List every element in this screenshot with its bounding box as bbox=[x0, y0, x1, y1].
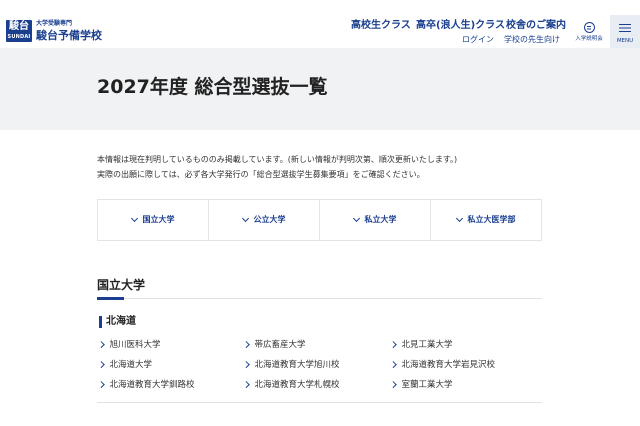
university-name: 北海道教育大学釧路校 bbox=[109, 380, 195, 390]
tab-national[interactable]: 国立大学 bbox=[98, 200, 209, 240]
nav-graduate[interactable]: 高卒(浪人生)クラス bbox=[416, 20, 505, 32]
university-name: 北海道教育大学札幌校 bbox=[254, 380, 340, 390]
university-name: 北見工業大学 bbox=[401, 340, 453, 350]
intro-line-1: 本情報は現在判明しているもののみ掲載しています。(新しい情報が判明次第、順次更新… bbox=[97, 155, 458, 164]
university-name: 北海道大学 bbox=[109, 360, 153, 370]
chevron-down-icon bbox=[352, 214, 360, 223]
logo-name[interactable]: 駿台予備学校 bbox=[36, 29, 102, 42]
menu-button[interactable]: MENU bbox=[610, 15, 640, 48]
university-link[interactable]: 室蘭工業大学 bbox=[390, 380, 453, 391]
tab-public[interactable]: 公立大学 bbox=[209, 200, 320, 240]
university-name: 旭川医科大学 bbox=[109, 340, 161, 350]
sundai-logo-mark[interactable]: 駿台 SUNDAI bbox=[6, 20, 32, 42]
logo-kanji: 駿台 bbox=[9, 21, 29, 32]
tab-private[interactable]: 私立大学 bbox=[320, 200, 431, 240]
hamburger-icon bbox=[619, 24, 631, 26]
chevron-down-icon bbox=[241, 214, 249, 223]
university-link[interactable]: 帯広畜産大学 bbox=[243, 340, 306, 351]
chevron-right-icon bbox=[98, 360, 105, 367]
university-link[interactable]: 北海道教育大学岩見沢校 bbox=[390, 360, 496, 371]
chevron-right-icon bbox=[390, 360, 397, 367]
university-link[interactable]: 北海道教育大学釧路校 bbox=[98, 380, 195, 391]
tab-private-medical[interactable]: 私立大医学部 bbox=[431, 200, 541, 240]
chat-icon bbox=[584, 22, 595, 33]
logo-subtitle: 大学受験専門 bbox=[36, 20, 73, 27]
chevron-right-icon bbox=[390, 380, 397, 387]
chevron-right-icon bbox=[243, 380, 250, 387]
university-name: 室蘭工業大学 bbox=[401, 380, 453, 390]
chevron-right-icon bbox=[243, 360, 250, 367]
list-divider bbox=[97, 402, 542, 403]
intro-line-2: 実際の出願に際しては、必ず各大学発行の「総合型選抜学生募集要項」をご確認ください… bbox=[97, 170, 425, 179]
university-link[interactable]: 北海道教育大学札幌校 bbox=[243, 380, 340, 391]
logo-en: SUNDAI bbox=[7, 34, 31, 40]
chevron-right-icon bbox=[98, 340, 105, 347]
chevron-down-icon bbox=[455, 214, 463, 223]
university-link[interactable]: 北見工業大学 bbox=[390, 340, 453, 351]
region-label: 北海道 bbox=[106, 316, 136, 327]
chevron-down-icon bbox=[130, 214, 138, 223]
university-name: 帯広畜産大学 bbox=[254, 340, 306, 350]
nav-login[interactable]: ログイン bbox=[462, 35, 494, 45]
section-divider-accent bbox=[97, 297, 124, 300]
university-link[interactable]: 旭川医科大学 bbox=[98, 340, 161, 351]
university-link[interactable]: 北海道大学 bbox=[98, 360, 153, 371]
info-session-button[interactable]: 入学説明会 bbox=[570, 18, 608, 46]
tab-label: 私立大医学部 bbox=[467, 215, 516, 224]
university-name: 北海道教育大学岩見沢校 bbox=[401, 360, 496, 370]
category-tabs: 国立大学 公立大学 私立大学 私立大医学部 bbox=[97, 199, 542, 241]
tab-label: 国立大学 bbox=[142, 215, 175, 224]
tab-label: 公立大学 bbox=[253, 215, 286, 224]
university-name: 北海道教育大学旭川校 bbox=[254, 360, 340, 370]
menu-label: MENU bbox=[616, 38, 634, 44]
info-session-label: 入学説明会 bbox=[575, 36, 603, 42]
site-header: 駿台 SUNDAI 大学受験専門 駿台予備学校 高校生クラス 高卒(浪人生)クラ… bbox=[0, 0, 640, 48]
nav-high-school[interactable]: 高校生クラス bbox=[351, 20, 411, 32]
tab-label: 私立大学 bbox=[364, 215, 397, 224]
title-band: 2027年度 総合型選抜一覧 bbox=[0, 48, 640, 130]
nav-teachers[interactable]: 学校の先生向け bbox=[504, 35, 560, 45]
chevron-right-icon bbox=[98, 380, 105, 387]
chevron-right-icon bbox=[390, 340, 397, 347]
nav-school-info[interactable]: 校舎のご案内 bbox=[506, 20, 566, 32]
chevron-right-icon bbox=[243, 340, 250, 347]
university-link[interactable]: 北海道教育大学旭川校 bbox=[243, 360, 340, 371]
section-heading: 国立大学 bbox=[97, 278, 146, 292]
section-divider bbox=[97, 298, 542, 299]
region-marker bbox=[99, 316, 102, 328]
page-title: 2027年度 総合型選抜一覧 bbox=[97, 76, 328, 98]
